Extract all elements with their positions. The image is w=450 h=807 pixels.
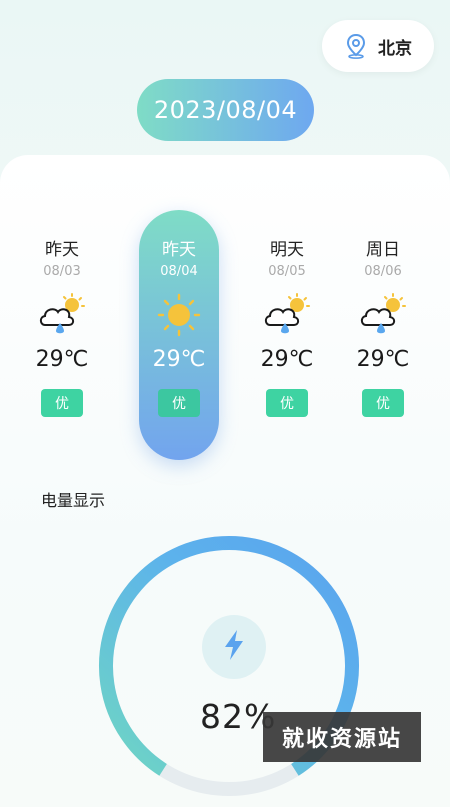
day-name: 昨天 xyxy=(162,240,196,260)
day-temperature: 29℃ xyxy=(356,347,410,372)
day-card-yesterday[interactable]: 昨天 08/03 29℃ 优 xyxy=(22,210,102,460)
air-quality-badge: 优 xyxy=(362,389,404,417)
day-card-today[interactable]: 昨天 08/04 29℃ 优 xyxy=(139,210,219,460)
location-label: 北京 xyxy=(378,38,412,59)
day-temperature: 29℃ xyxy=(35,347,89,372)
charging-indicator xyxy=(202,615,266,679)
day-date: 08/06 xyxy=(364,264,402,279)
day-temperature: 29℃ xyxy=(152,347,206,372)
cloud-sun-rain-icon xyxy=(358,293,408,337)
day-card-tomorrow[interactable]: 明天 08/05 29℃ 优 xyxy=(247,210,327,460)
cloud-sun-rain-icon xyxy=(37,293,87,337)
watermark-text: 就收资源站 xyxy=(263,712,421,762)
cloud-sun-rain-icon xyxy=(262,293,312,337)
date-text: 2023/08/04 xyxy=(153,96,298,124)
day-name: 昨天 xyxy=(45,240,79,260)
sun-icon xyxy=(154,293,204,337)
air-quality-badge: 优 xyxy=(266,389,308,417)
lightning-bolt-icon xyxy=(222,629,246,665)
day-date: 08/03 xyxy=(43,264,81,279)
day-date: 08/04 xyxy=(160,264,198,279)
day-card-sunday[interactable]: 周日 08/06 29℃ 优 xyxy=(343,210,423,460)
day-name: 周日 xyxy=(366,240,400,260)
day-temperature: 29℃ xyxy=(260,347,314,372)
day-date: 08/05 xyxy=(268,264,306,279)
date-display[interactable]: 2023/08/04 xyxy=(137,79,314,141)
location-pin-icon xyxy=(344,33,368,59)
location-button[interactable]: 北京 xyxy=(322,20,434,72)
day-name: 明天 xyxy=(270,240,304,260)
air-quality-badge: 优 xyxy=(41,389,83,417)
air-quality-badge: 优 xyxy=(158,389,200,417)
battery-section-title: 电量显示 xyxy=(41,491,106,510)
